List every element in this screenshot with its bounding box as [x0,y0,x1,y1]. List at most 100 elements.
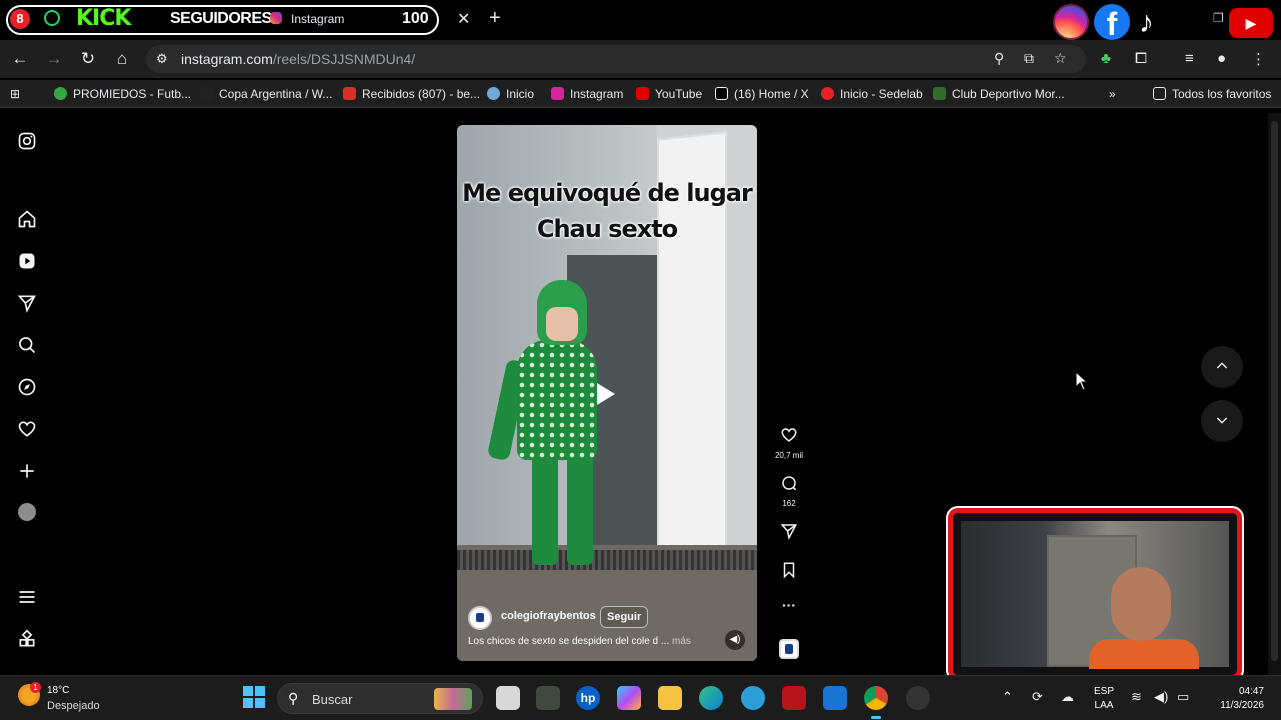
more-options-button[interactable]: ··· [772,597,806,613]
bookmark-gmail[interactable]: Recibidos (807) - be... [343,87,480,101]
also-from-meta-icon[interactable] [17,629,37,649]
reload-icon[interactable]: ↻ [78,49,98,69]
bookmark-promiedos[interactable]: PROMIEDOS - Futb... [54,87,191,101]
bookmark-copa-argentina[interactable]: Copa Argentina / W... [200,87,332,101]
extension-green-icon[interactable]: ♣ [1101,50,1111,67]
tab-close-icon[interactable]: ✕ [457,9,470,29]
weather-badge: 1 [30,682,41,693]
more-link[interactable]: más [672,636,691,647]
bookmark-x[interactable]: (16) Home / X [715,87,809,101]
reels-icon[interactable] [17,251,37,271]
direct-messages-icon[interactable] [17,293,37,313]
reel-description[interactable]: Los chicos de sexto se despiden del cole… [468,636,718,647]
forward-icon[interactable]: → [44,49,64,69]
play-icon[interactable] [597,383,615,405]
wifi-icon[interactable]: ≋ [1131,689,1142,705]
like-button[interactable]: 20,7 mil [772,426,806,460]
bookmark-youtube[interactable]: YouTube [636,87,702,101]
home-icon[interactable]: ⌂ [112,49,132,69]
task-view-icon[interactable] [496,686,520,710]
create-plus-icon[interactable] [17,461,37,481]
url-text[interactable]: instagram.com/reels/DSJJSNMDUn4/ [181,51,415,67]
hp-app-icon[interactable]: hp [576,686,600,710]
more-menu-icon[interactable] [17,587,37,607]
next-reel-button[interactable] [1201,400,1243,442]
save-button[interactable] [772,561,806,584]
whatsapp-app-icon[interactable] [741,686,765,710]
bookmark-instagram[interactable]: Instagram [551,87,623,101]
volume-icon[interactable]: ◀) [1154,689,1168,705]
extensions-puzzle-icon[interactable]: ⧠ [1135,50,1147,67]
video-caption: Me equivoqué de lugar Chau sexto [457,175,757,247]
author-username[interactable]: colegiofraybentos [501,610,596,622]
page-scrollbar[interactable] [1268,113,1281,675]
instagram-favicon-icon [270,12,282,24]
bookmark-star-icon[interactable]: ☆ [1054,50,1067,67]
app-icon[interactable] [536,686,560,710]
home-icon[interactable] [17,209,37,229]
explore-icon[interactable] [17,377,37,397]
follow-button[interactable]: Seguir [600,606,649,628]
profile-avatar-icon[interactable]: ● [1217,50,1226,67]
scrollbar-thumb[interactable] [1271,121,1278,661]
tab-title: Instagram [291,12,345,26]
folder-icon [1153,87,1166,100]
instagram-icon [551,87,564,100]
chevron-up-icon [1216,362,1228,369]
search-label: Buscar [312,692,353,707]
apps-grid-icon[interactable]: ⊞ [10,87,20,101]
notifications-heart-icon[interactable] [17,419,37,439]
profile-avatar-icon[interactable] [18,503,36,521]
address-bar[interactable]: ⚙ instagram.com/reels/DSJJSNMDUn4/ ⚲ ⧉ ☆ [146,45,1086,73]
obs-icon[interactable] [906,686,930,710]
notification-badge: 8 [10,9,30,29]
search-icon[interactable] [17,335,37,355]
instagram-logo-icon[interactable] [17,131,37,151]
back-icon[interactable]: ← [10,49,30,69]
restore-window-icon[interactable]: ❐ [1213,11,1224,25]
taskbar-search[interactable]: ⚲ Buscar [277,683,483,714]
store-icon[interactable] [823,686,847,710]
bookmark-inicio[interactable]: Inicio [487,87,534,101]
video-caption-line: Chau sexto [536,215,678,243]
system-clock[interactable]: 04:47 11/3/2026 [1206,685,1264,713]
all-bookmarks-folder[interactable]: Todos los favoritos [1153,87,1271,101]
start-button[interactable] [243,686,265,708]
battery-icon[interactable]: ▭ [1177,689,1189,705]
volume-icon[interactable]: ◀) [725,630,745,650]
tray-overflow-icon[interactable]: ⌃ [1002,689,1013,705]
weather-description[interactable]: Despejado [47,700,100,712]
reel-video[interactable]: Me equivoqué de lugar Chau sexto colegio… [457,125,757,661]
input-language[interactable]: ESP LAA [1094,685,1114,713]
chrome-icon[interactable] [864,686,888,719]
weather-temperature[interactable]: 18°C [47,685,69,696]
comment-button[interactable]: 162 [772,474,806,508]
file-explorer-icon[interactable] [658,686,682,710]
zoom-icon[interactable]: ⚲ [994,50,1004,67]
bookmark-sedelab[interactable]: Inicio - Sedelab [821,87,923,101]
media-control-icon[interactable]: ≡ [1185,50,1194,67]
sync-icon[interactable]: ⟳ [1032,689,1043,705]
whatsapp-icon [44,10,60,26]
install-app-icon[interactable]: ⧉ [1024,50,1034,67]
mcafee-icon[interactable] [782,686,806,710]
webcam-feed [961,521,1229,669]
menu-kebab-icon[interactable]: ⋮ [1251,50,1266,68]
share-button[interactable] [772,522,806,545]
site-info-icon[interactable]: ⚙ [156,51,168,67]
video-scene [457,550,757,570]
new-tab-button[interactable]: + [489,7,501,30]
bookmark-club-deportivo[interactable]: Club Deportivo Mor... [933,87,1065,101]
windows-taskbar: 1 18°C Despejado ⚲ Buscar hp ⌃ ⟳ ☁ ESP LA… [0,675,1281,720]
copilot-icon[interactable] [617,686,641,710]
author-avatar[interactable] [468,606,492,630]
bookmarks-overflow-icon[interactable]: » [1109,87,1116,101]
audio-thumbnail[interactable] [779,639,799,659]
edge-icon[interactable] [699,686,723,710]
tiktok-logo-icon: ♪ [1139,6,1154,39]
mouse-cursor-icon [1075,371,1089,391]
previous-reel-button[interactable] [1201,346,1243,388]
heart-icon [781,428,797,442]
youtube-logo-icon: ▶ [1229,8,1273,38]
onedrive-icon[interactable]: ☁ [1061,689,1074,705]
